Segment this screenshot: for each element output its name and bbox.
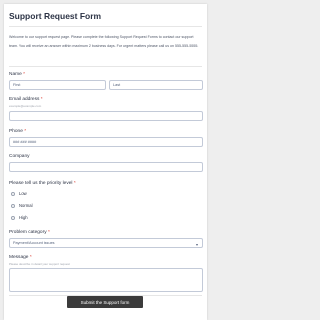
form-title: Support Request Form [9,11,102,21]
email-sublabel: example@example.com [9,104,42,108]
intro-divider [9,66,202,67]
required-mark: * [40,97,43,102]
required-mark: * [23,72,26,77]
message-textarea[interactable] [9,268,203,292]
form-card: Support Request Form Welcome to our supp… [4,4,207,320]
name-label: Name * [9,72,26,77]
first-name-input[interactable]: First [9,80,106,90]
radio-button[interactable] [11,215,15,220]
first-name-placeholder: First [13,83,21,87]
required-mark: * [73,181,76,186]
required-mark: * [47,230,50,235]
company-field[interactable] [9,162,203,172]
last-name-input[interactable]: Last [109,80,203,90]
radio-button[interactable] [11,191,15,196]
priority-label: Please tell us the priority level * [9,181,76,186]
category-selected-value: Payment/Account issues [13,241,55,245]
radio-button[interactable] [11,203,15,208]
chevron-down-icon: ▾ [195,242,198,247]
email-label: Email address * [9,97,43,102]
last-name-placeholder: Last [113,83,121,87]
message-label: Message * [9,255,32,260]
category-label: Problem category * [9,230,50,235]
title-divider [9,26,202,27]
email-field[interactable] [9,111,203,121]
submit-button[interactable]: Submit the Support form [67,296,143,308]
form-intro: Welcome to our support request page. Ple… [9,35,199,48]
priority-option-low[interactable]: Low [11,191,27,196]
category-select[interactable]: Payment/Account issues ▾ [9,238,203,248]
required-mark: * [24,129,27,134]
phone-field[interactable]: ### ### #### [9,137,203,147]
required-mark: * [29,255,32,260]
company-label: Company [9,154,30,159]
phone-placeholder: ### ### #### [13,140,37,144]
message-sublabel: Please describe in detail your support r… [9,262,70,266]
priority-option-normal[interactable]: Normal [11,203,33,208]
priority-option-high[interactable]: High [11,215,28,220]
phone-label: Phone * [9,129,27,134]
